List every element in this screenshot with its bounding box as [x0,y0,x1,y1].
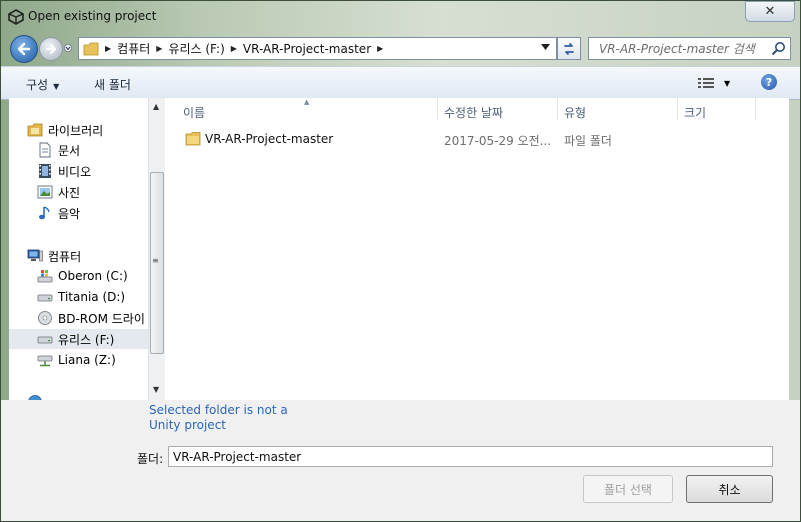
column-header-type[interactable]: 유형 [564,104,586,121]
breadcrumb-folder[interactable]: VR-AR-Project-master [243,42,371,56]
file-type: 파일 폴더 [564,134,612,148]
nav-item-computer[interactable]: 컴퓨터 [9,246,148,266]
nav-pane-scrollbar[interactable]: ▲ ≡ ▼ [148,98,165,400]
scrollbar-grip-icon: ≡ [152,256,159,265]
breadcrumb-separator-icon[interactable]: ▶ [231,44,237,53]
picture-icon [37,185,53,199]
organize-label: 구성 [26,78,49,92]
forward-button[interactable] [39,37,63,61]
nav-item-label: 라이브러리 [48,123,104,138]
forward-arrow-icon [45,43,57,55]
library-icon [27,123,43,137]
disc-drive-icon [38,311,52,325]
nav-item-label: 사진 [58,185,81,200]
refresh-icon [564,42,574,55]
network-drive-icon [37,355,53,367]
nav-item-drive-d[interactable]: Titania (D:) [9,287,148,307]
nav-item-label: 컴퓨터 [48,249,82,264]
recent-locations-chevron-icon[interactable] [64,44,72,52]
change-view-button[interactable]: ▼ [698,76,734,90]
nav-item-label: BD-ROM 드라이 [58,311,145,326]
nav-item-label: 음악 [58,206,81,221]
folder-icon [185,132,201,146]
system-drive-icon [37,270,53,283]
column-divider[interactable] [677,98,678,120]
drive-icon [37,336,53,344]
close-button[interactable]: ✕ [745,1,795,22]
computer-icon [27,249,43,262]
nav-item-label: 유리스 (F:) [58,332,115,347]
address-dropdown-icon[interactable] [541,44,550,50]
search-input[interactable] [589,38,769,59]
help-button[interactable]: ? [761,74,777,90]
drive-icon [37,294,53,302]
nav-item-drive-c[interactable]: Oberon (C:) [9,266,148,286]
folder-field-label: 폴더: [137,452,164,466]
nav-item-label: Liana (Z:) [58,353,116,367]
file-row[interactable]: VR-AR-Project-master 2017-05-29 오전... 파일… [183,130,743,148]
folder-name-input[interactable] [168,446,773,467]
sort-ascending-icon: ▲ [304,98,310,106]
nav-item-label: Oberon (C:) [58,269,128,283]
close-icon: ✕ [764,4,776,19]
nav-item-music[interactable]: 음악 [9,203,148,223]
window-title: Open existing project [28,9,157,23]
nav-item-bd-rom[interactable]: BD-ROM 드라이 [9,308,148,328]
nav-item-label: 비디오 [58,164,92,179]
status-line: Selected folder is not a [149,403,288,417]
cancel-button[interactable]: 취소 [686,475,773,503]
navigation-pane: 라이브러리 문서 비디오 사진 음악 컴퓨터 Oberon (C:) Titan… [9,98,148,400]
back-button[interactable] [10,35,38,63]
chevron-down-icon: ▼ [53,82,60,91]
nav-item-drive-f[interactable]: 유리스 (F:) [9,329,148,349]
breadcrumb-separator-icon[interactable]: ▶ [156,44,162,53]
nav-item-pictures[interactable]: 사진 [9,182,148,202]
help-icon: ? [765,75,773,89]
nav-item-label: 문서 [58,143,81,158]
status-line: Unity project [149,418,226,432]
nav-item-network-partial[interactable] [9,392,148,400]
column-header-modified[interactable]: 수정한 날짜 [444,104,503,121]
details-view-icon [698,78,714,88]
nav-item-drive-z[interactable]: Liana (Z:) [9,350,148,370]
back-arrow-icon [17,42,31,56]
breadcrumb-computer[interactable]: 컴퓨터 [117,40,150,57]
nav-item-label: Titania (D:) [58,290,126,304]
nav-item-documents[interactable]: 문서 [9,140,148,160]
select-folder-button[interactable]: 폴더 선택 [583,475,673,503]
video-icon [39,164,51,178]
column-header-size[interactable]: 크기 [684,104,706,121]
refresh-button[interactable] [557,37,581,60]
folder-icon [83,42,99,55]
new-folder-button[interactable]: 새 폴더 [94,76,131,93]
column-divider[interactable] [755,98,756,120]
document-icon [39,142,51,158]
open-project-dialog: Open existing project ✕ ▶ 컴퓨터 ▶ 유리스 (F:)… [0,0,801,522]
address-bar[interactable]: ▶ 컴퓨터 ▶ 유리스 (F:) ▶ VR-AR-Project-master … [78,37,557,60]
column-divider[interactable] [437,98,438,120]
scroll-down-icon[interactable]: ▼ [153,385,159,394]
scroll-up-icon[interactable]: ▲ [153,102,159,111]
command-toolbar: 구성 ▼ 새 폴더 ▼ ? [1,66,800,100]
chevron-down-icon: ▼ [724,78,731,88]
file-list: ▲ 이름 수정한 날짜 유형 크기 VR-AR-Project-master 2… [165,98,789,400]
nav-item-videos[interactable]: 비디오 [9,161,148,181]
search-box[interactable] [588,37,791,60]
breadcrumb-drive[interactable]: 유리스 (F:) [168,40,224,57]
nav-item-libraries[interactable]: 라이브러리 [9,120,148,140]
column-header-name[interactable]: 이름 [183,104,205,121]
music-icon [39,206,50,220]
title-bar: Open existing project ✕ [0,0,801,32]
search-icon[interactable] [771,41,786,56]
breadcrumb-separator-icon[interactable]: ▶ [105,44,111,53]
unity-logo-icon [8,9,24,25]
organize-menu[interactable]: 구성 ▼ [26,76,59,93]
breadcrumb-separator-icon[interactable]: ▶ [377,44,383,53]
file-name: VR-AR-Project-master [205,132,334,146]
status-message: Selected folder is not a Unity project [149,403,288,433]
file-modified: 2017-05-29 오전... [444,134,552,148]
column-divider[interactable] [557,98,558,120]
